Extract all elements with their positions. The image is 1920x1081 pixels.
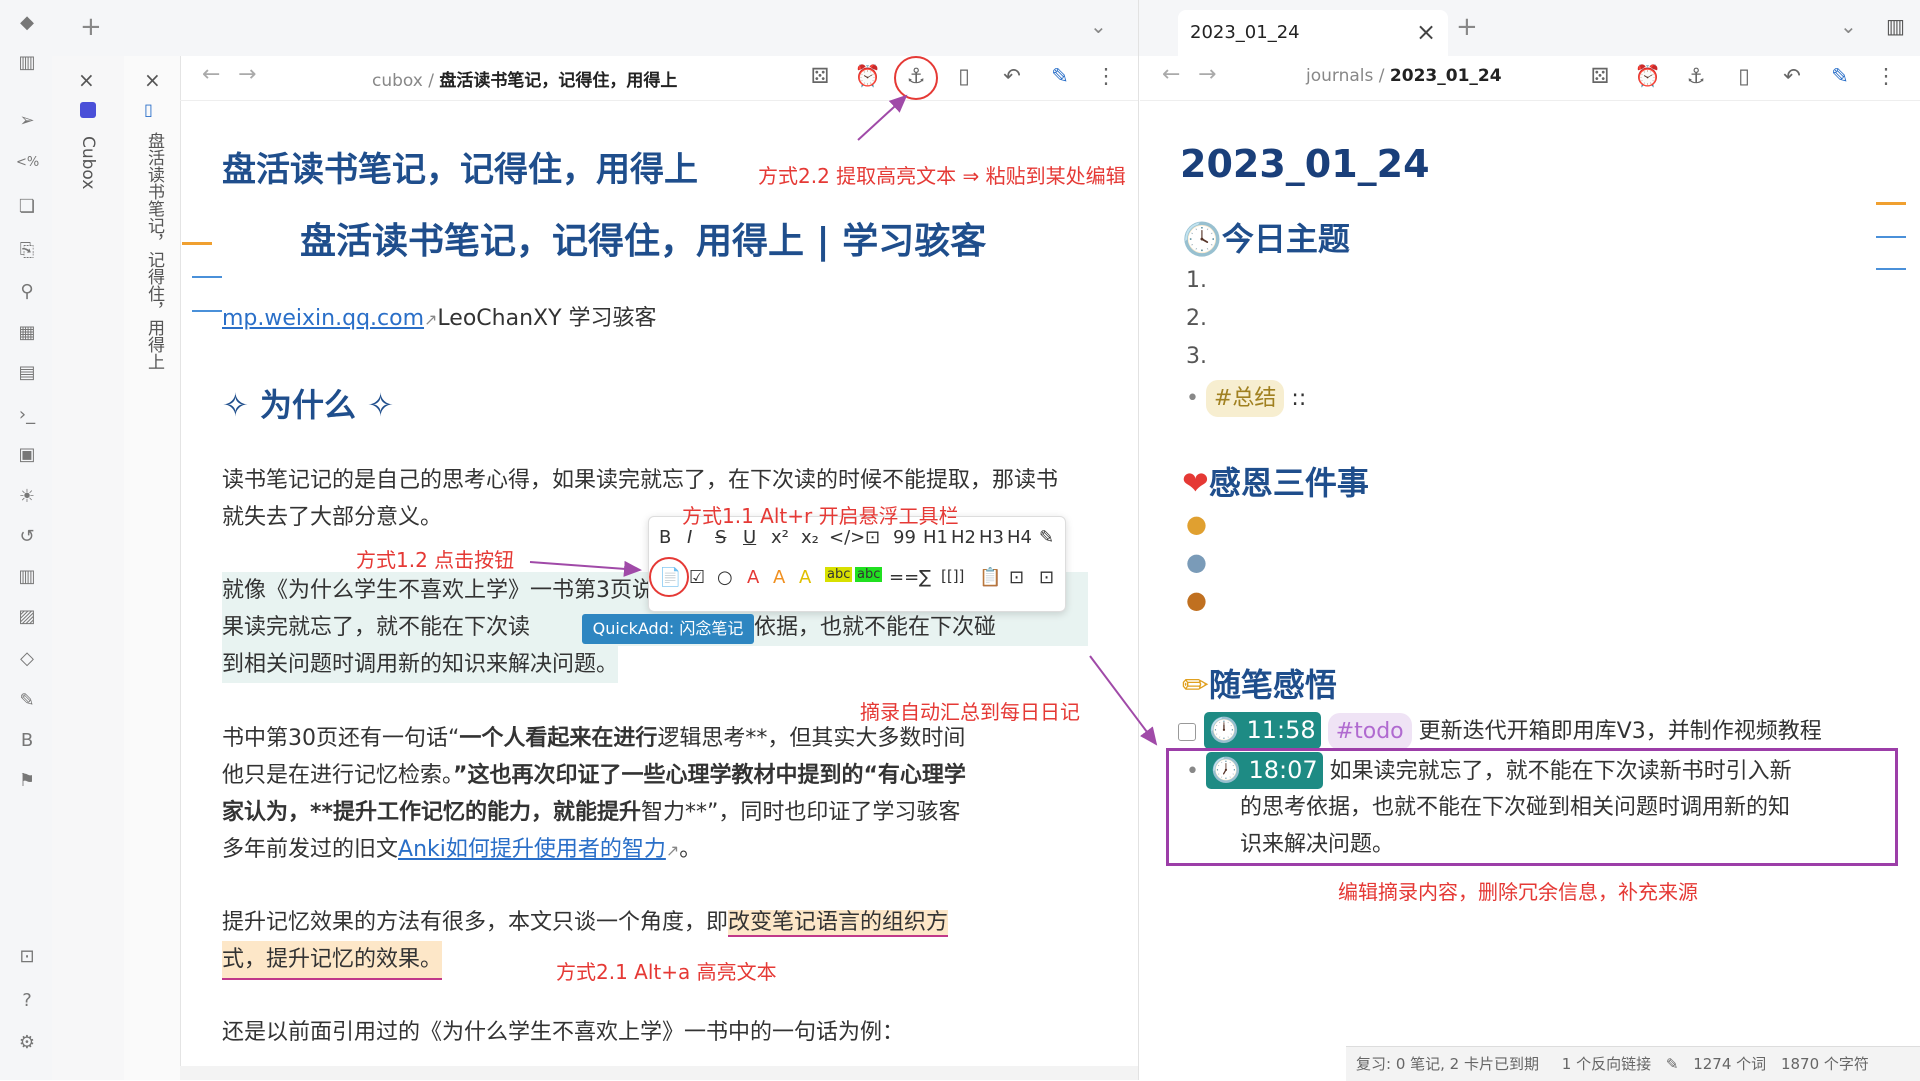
breadcrumb-separator: / — [1378, 66, 1385, 86]
breadcrumb: journals / 2023_01_24 — [1306, 66, 1502, 86]
entry-text: 的思考依据，也就不能在下次碰到相关问题时调用新的知 — [1240, 795, 1791, 820]
heading-gratitude: ❤感恩三件事 — [1182, 458, 1369, 504]
heading-text: 随笔感悟 — [1208, 666, 1337, 704]
heading-today-theme: 🕓今日主题 — [1182, 214, 1350, 260]
forward-arrow-icon[interactable]: → — [1198, 62, 1216, 87]
todo-item: 🕛 11:58 #todo 更新迭代开箱即用库V3，并制作视频教程 — [1178, 712, 1908, 750]
breadcrumb-parent[interactable]: journals — [1306, 66, 1373, 86]
dice-icon[interactable]: ⚄ — [1586, 64, 1614, 88]
numbered-item: 1. — [1186, 268, 1207, 293]
time-badge: 🕛 11:58 — [1204, 712, 1321, 749]
outline-marker[interactable] — [1876, 202, 1906, 205]
arrow-to-quickadd — [529, 560, 642, 577]
bullet-dot: • — [1186, 759, 1199, 784]
pencil-icon: ✏ — [1182, 666, 1209, 704]
book-icon[interactable]: ▯ — [1730, 64, 1758, 88]
summary-tag[interactable]: #总结 — [1205, 380, 1285, 417]
bullet-dot: • — [1186, 386, 1199, 411]
medal-silver-icon: ● — [1186, 548, 1207, 576]
status-bar: 复习: 0 笔记, 2 卡片已到期 1 个反向链接 ✎ 1274 个词 1870… — [1346, 1046, 1920, 1081]
medal-bronze-icon: ● — [1186, 586, 1207, 614]
heart-icon: ❤ — [1182, 464, 1209, 502]
entry-text: 如果读完就忘了，就不能在下次读新书时引入新 — [1329, 759, 1792, 784]
annotation-arrows — [529, 94, 1158, 746]
heading-text: 今日主题 — [1221, 220, 1350, 258]
status-review[interactable]: 复习: 0 笔记, 2 卡片已到期 — [1356, 1055, 1539, 1073]
status-chars: 1870 个字符 — [1780, 1055, 1869, 1073]
bullet-summary: • #总结 :: — [1186, 380, 1306, 417]
back-arrow-icon[interactable]: ← — [1162, 62, 1180, 87]
todo-tag[interactable]: #todo — [1327, 713, 1412, 750]
heading-text: 感恩三件事 — [1208, 464, 1369, 502]
journal-title: 2023_01_24 — [1180, 142, 1430, 186]
outline-marker[interactable] — [1876, 268, 1906, 270]
outline-marker[interactable] — [1876, 236, 1906, 238]
anchor-icon[interactable]: ⚓ — [1682, 64, 1710, 88]
arrow-to-journal — [1089, 655, 1158, 746]
edit-icon[interactable]: ✎ — [1826, 64, 1854, 88]
pen-icon[interactable]: ✎ — [1666, 1055, 1679, 1073]
time-badge: 🕖 18:07 — [1205, 752, 1323, 789]
todo-checkbox[interactable] — [1178, 723, 1196, 741]
numbered-item: 3. — [1186, 344, 1207, 369]
more-options-icon[interactable]: ⋮ — [1872, 64, 1900, 88]
clock-icon: 🕓 — [1182, 220, 1222, 258]
undo-icon[interactable]: ↶ — [1778, 64, 1806, 88]
medal-gold-icon: ● — [1186, 510, 1207, 538]
right-pane-header: ← → journals / 2023_01_24 ⚄ ⏰ ⚓ ▯ ↶ ✎ ⋮ — [1140, 56, 1920, 101]
alarm-icon[interactable]: ⏰ — [1634, 64, 1662, 89]
numbered-item: 2. — [1186, 306, 1207, 331]
summary-suffix: :: — [1284, 386, 1307, 411]
entry-text: 识来解决问题。 — [1240, 832, 1395, 857]
heading-notes: ✏随笔感悟 — [1182, 660, 1337, 706]
time-text: 18:07 — [1248, 756, 1318, 784]
journal-entry: • 🕖 18:07 如果读完就忘了，就不能在下次读新书时引入新 — [1186, 752, 1886, 790]
status-backlinks[interactable]: 1 个反向链接 — [1562, 1055, 1651, 1073]
todo-text: 更新迭代开箱即用库V3，并制作视频教程 — [1418, 719, 1822, 744]
breadcrumb-current: 2023_01_24 — [1389, 66, 1502, 86]
arrow-to-anchor — [857, 94, 908, 141]
horizontal-scrollbar[interactable] — [180, 1066, 1138, 1080]
time-text: 11:58 — [1246, 716, 1316, 744]
status-words: 1274 个词 — [1693, 1055, 1767, 1073]
